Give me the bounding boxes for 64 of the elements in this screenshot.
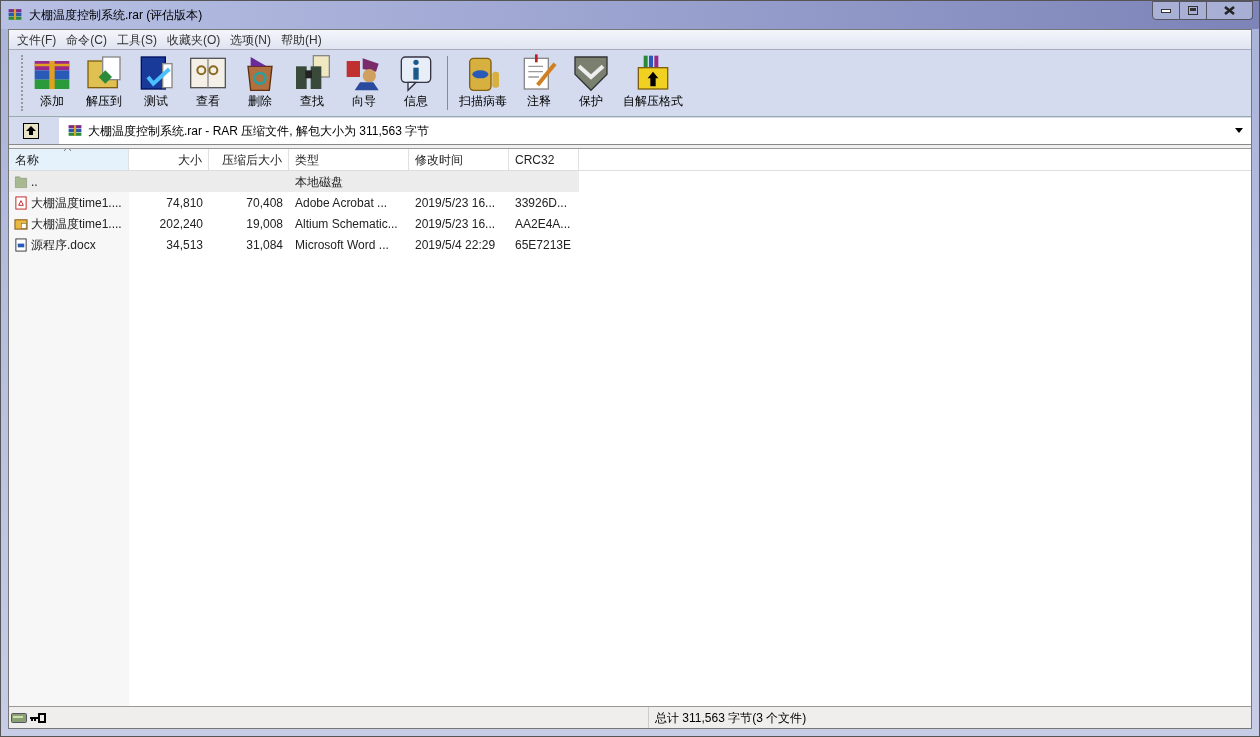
table-cell-text: Altium Schematic... [295, 215, 398, 233]
table-cell-text: 2019/5/4 22:29 [415, 236, 496, 254]
toolbar-button[interactable]: 自解压格式 [617, 53, 689, 111]
table-cell-text: 202,240 [159, 215, 203, 233]
maximize-icon [1188, 6, 1198, 15]
toolbar-button[interactable]: 添加 [26, 53, 78, 111]
folder-icon [14, 174, 28, 189]
file-row[interactable]: 源程序.docx 34,513 31,084 Microsoft Word ... 2019/5/4 22:29 65E7213E [9, 234, 579, 255]
toolbar-button[interactable]: 信息 [390, 53, 442, 111]
toolbar-button[interactable]: 保护 [565, 53, 617, 111]
document-icon [14, 237, 28, 252]
file-row[interactable]: 大棚温度time1.... 202,240 19,008 Altium Schematic... 2019/5/23 16... AA2E4A... [9, 213, 579, 234]
table-cell-text: Adobe Acrobat ... [295, 194, 388, 212]
table-cell-text: 33926D... [515, 194, 568, 212]
table-cell-text: .. [31, 173, 38, 191]
toolbar-button[interactable]: 向导 [338, 53, 390, 111]
column-header[interactable]: 名称 [9, 149, 129, 170]
table-cell-text: 本地磁盘 [295, 173, 343, 191]
table-cell-text: 大棚温度time1.... [31, 215, 122, 233]
toolbar-button[interactable]: 扫描病毒 [453, 53, 513, 111]
key-icon [30, 712, 46, 723]
menu-item[interactable]: 文件(F) [13, 30, 61, 49]
up-folder-button[interactable] [21, 121, 41, 140]
dropdown-caret-icon[interactable] [1235, 128, 1243, 133]
menu-item[interactable]: 选项(N) [226, 30, 275, 49]
shield-icon [571, 53, 611, 93]
table-cell-text: 70,408 [246, 194, 283, 212]
table-cell-text: 大棚温度time1.... [31, 194, 122, 212]
table-cell-text: 74,810 [166, 194, 203, 212]
toolbar-button[interactable]: 测试 [130, 53, 182, 111]
file-row[interactable]: 大棚温度time1.... 74,810 70,408 Adobe Acrobat ... 2019/5/23 16... 33926D... [9, 192, 579, 213]
books-icon [67, 122, 83, 139]
close-icon [1224, 6, 1235, 15]
books-icon [7, 7, 23, 23]
table-cell-text: 34,513 [166, 236, 203, 254]
minimize-icon [1161, 8, 1171, 13]
table-cell-text: 2019/5/23 16... [415, 215, 496, 233]
menu-item[interactable]: 收藏夹(O) [163, 30, 225, 49]
table-cell-text: AA2E4A... [515, 215, 571, 233]
table-cell-text: 31,084 [246, 236, 283, 254]
table-cell-text: 2019/5/23 16... [415, 194, 496, 212]
table-cell-text: Microsoft Word ... [295, 236, 389, 254]
table-cell-text: 65E7213E [515, 236, 572, 254]
table-cell-text: 19,008 [246, 215, 283, 233]
window-title: 大棚温度控制系统.rar (评估版本) [29, 7, 203, 24]
drive-icon [11, 712, 27, 723]
menu-item[interactable]: 帮助(H) [277, 30, 326, 49]
menu-item[interactable]: 工具(S) [113, 30, 161, 49]
toolbar-button[interactable]: 查看 [182, 53, 234, 111]
status-text: 总计 311,563 字节(3 个文件) [654, 709, 807, 727]
folder-document-icon [14, 216, 28, 231]
toolbar-button[interactable]: 解压到 [78, 53, 130, 111]
minimize-button[interactable] [1152, 1, 1180, 20]
toolbar-button[interactable]: 查找 [286, 53, 338, 111]
pdf-icon [14, 195, 28, 210]
toolbar-button[interactable]: 删除 [234, 53, 286, 111]
archive-path-text: 大棚温度控制系统.rar - RAR 压缩文件, 解包大小为 311,563 字节 [88, 122, 430, 140]
file-row[interactable]: .. 本地磁盘 [9, 171, 579, 192]
menu-item[interactable]: 命令(C) [62, 30, 111, 49]
maximize-button[interactable] [1180, 1, 1207, 20]
table-cell-text: 源程序.docx [31, 236, 96, 254]
toolbar-button[interactable]: 注释 [513, 53, 565, 111]
close-button[interactable] [1207, 1, 1253, 20]
address-field[interactable]: 大棚温度控制系统.rar - RAR 压缩文件, 解包大小为 311,563 字节 [59, 117, 1251, 144]
